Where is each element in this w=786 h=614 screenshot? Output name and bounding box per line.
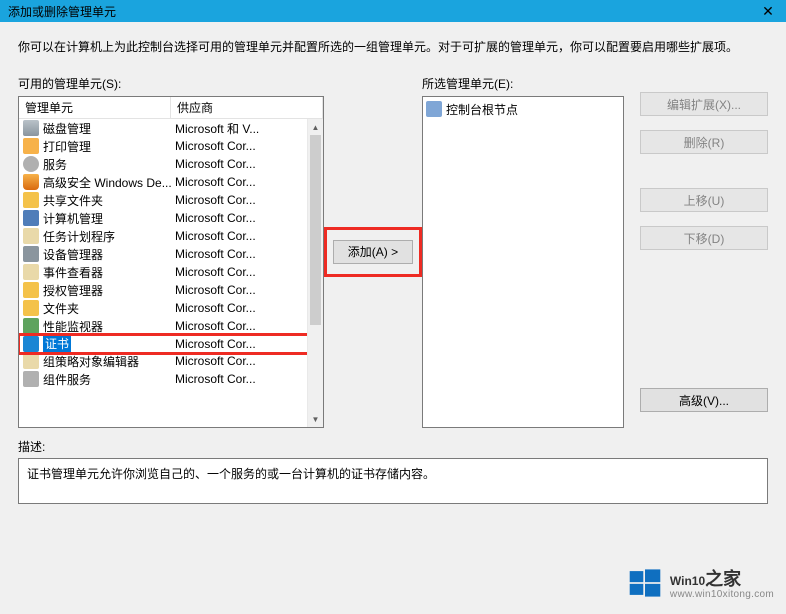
snapin-icon (23, 138, 39, 154)
close-icon[interactable]: ✕ (758, 3, 778, 20)
snapin-name: 计算机管理 (43, 210, 171, 227)
dialog-content: 你可以在计算机上为此控制台选择可用的管理单元并配置所选的一组管理单元。对于可扩展… (0, 22, 786, 514)
list-item[interactable]: 组件服务Microsoft Cor... (19, 370, 323, 388)
watermark-url: www.win10xitong.com (670, 589, 774, 600)
snapin-name: 文件夹 (43, 300, 171, 317)
window-title: 添加或删除管理单元 (8, 3, 116, 20)
snapin-name: 高级安全 Windows De... (43, 174, 171, 191)
snapin-vendor: Microsoft Cor... (171, 175, 256, 189)
snapin-name: 设备管理器 (43, 246, 171, 263)
snapin-icon (23, 228, 39, 244)
side-buttons: 编辑扩展(X)... 删除(R) 上移(U) 下移(D) 高级(V)... (624, 75, 768, 428)
description-box: 证书管理单元允许你浏览自己的、一个服务的或一台计算机的证书存储内容。 (18, 458, 768, 504)
add-button-highlight: 添加(A) > (324, 227, 422, 277)
list-item[interactable]: 计算机管理Microsoft Cor... (19, 209, 323, 227)
snapin-name: 性能监视器 (43, 318, 171, 335)
list-item[interactable]: 证书Microsoft Cor... (19, 335, 323, 353)
list-item[interactable]: 打印管理Microsoft Cor... (19, 137, 323, 155)
snapin-icon (23, 120, 39, 136)
snapin-name: 授权管理器 (43, 282, 171, 299)
snapin-vendor: Microsoft Cor... (171, 139, 256, 153)
snapin-vendor: Microsoft Cor... (171, 283, 256, 297)
windows-logo-icon (628, 566, 662, 600)
panels: 可用的管理单元(S): 管理单元 供应商 磁盘管理Microsoft 和 V..… (18, 75, 768, 428)
snapin-vendor: Microsoft Cor... (171, 193, 256, 207)
list-body: 磁盘管理Microsoft 和 V...打印管理Microsoft Cor...… (19, 119, 323, 427)
snapin-name: 共享文件夹 (43, 192, 171, 209)
snapin-icon (23, 282, 39, 298)
list-item[interactable]: 任务计划程序Microsoft Cor... (19, 227, 323, 245)
snapin-icon (23, 353, 39, 369)
watermark-brand: Win10之家 (670, 567, 774, 589)
snapin-vendor: Microsoft Cor... (171, 211, 256, 225)
snapin-vendor: Microsoft Cor... (171, 247, 256, 261)
available-listbox[interactable]: 管理单元 供应商 磁盘管理Microsoft 和 V...打印管理Microso… (18, 96, 324, 428)
add-button[interactable]: 添加(A) > (333, 240, 413, 264)
snapin-name: 打印管理 (43, 138, 171, 155)
list-item[interactable]: 授权管理器Microsoft Cor... (19, 281, 323, 299)
snapin-icon (23, 246, 39, 262)
snapin-icon (23, 371, 39, 387)
list-item[interactable]: 文件夹Microsoft Cor... (19, 299, 323, 317)
snapin-icon (23, 210, 39, 226)
list-item[interactable]: 服务Microsoft Cor... (19, 155, 323, 173)
snapin-vendor: Microsoft Cor... (171, 301, 256, 315)
col-snapins[interactable]: 管理单元 (19, 97, 171, 118)
snapin-name: 事件查看器 (43, 264, 171, 281)
snapin-icon (23, 264, 39, 280)
snapin-name: 磁盘管理 (43, 120, 171, 137)
snapin-vendor: Microsoft Cor... (171, 354, 256, 368)
available-panel: 可用的管理单元(S): 管理单元 供应商 磁盘管理Microsoft 和 V..… (18, 75, 324, 428)
snapin-vendor: Microsoft Cor... (171, 229, 256, 243)
list-item[interactable]: 事件查看器Microsoft Cor... (19, 263, 323, 281)
advanced-button[interactable]: 高级(V)... (640, 388, 768, 412)
selected-tree[interactable]: 控制台根节点 (422, 96, 624, 428)
list-item[interactable]: 共享文件夹Microsoft Cor... (19, 191, 323, 209)
available-label: 可用的管理单元(S): (18, 75, 324, 92)
snapin-icon (23, 318, 39, 334)
col-vendor[interactable]: 供应商 (171, 97, 323, 118)
snapin-vendor: Microsoft Cor... (171, 337, 256, 351)
list-item[interactable]: 设备管理器Microsoft Cor... (19, 245, 323, 263)
snapin-vendor: Microsoft 和 V... (171, 120, 259, 137)
snapin-icon (23, 156, 39, 172)
move-up-button[interactable]: 上移(U) (640, 188, 768, 212)
root-node-label: 控制台根节点 (446, 101, 518, 118)
scroll-down-icon[interactable]: ▼ (308, 411, 323, 427)
watermark: Win10之家 www.win10xitong.com (628, 566, 774, 600)
intro-text: 你可以在计算机上为此控制台选择可用的管理单元并配置所选的一组管理单元。对于可扩展… (18, 38, 768, 55)
move-down-button[interactable]: 下移(D) (640, 226, 768, 250)
selected-panel: 所选管理单元(E): 控制台根节点 (422, 75, 624, 428)
scroll-thumb[interactable] (310, 135, 321, 325)
snapin-icon (23, 336, 39, 352)
snapin-name: 证书 (43, 335, 171, 352)
list-header: 管理单元 供应商 (19, 97, 323, 119)
remove-button[interactable]: 删除(R) (640, 130, 768, 154)
root-node[interactable]: 控制台根节点 (426, 100, 620, 118)
snapin-name: 组件服务 (43, 371, 171, 388)
scrollbar[interactable]: ▲ ▼ (307, 119, 323, 427)
snapin-icon (23, 174, 39, 190)
list-item[interactable]: 高级安全 Windows De...Microsoft Cor... (19, 173, 323, 191)
snapin-name: 服务 (43, 156, 171, 173)
snapin-name: 任务计划程序 (43, 228, 171, 245)
edit-extensions-button[interactable]: 编辑扩展(X)... (640, 92, 768, 116)
snapin-name: 组策略对象编辑器 (43, 353, 171, 370)
snapin-vendor: Microsoft Cor... (171, 372, 256, 386)
snapin-icon (23, 192, 39, 208)
snapin-vendor: Microsoft Cor... (171, 319, 256, 333)
list-item[interactable]: 组策略对象编辑器Microsoft Cor... (19, 352, 323, 370)
selected-label: 所选管理单元(E): (422, 75, 624, 92)
titlebar: 添加或删除管理单元 ✕ (0, 0, 786, 22)
description-label: 描述: (18, 438, 768, 455)
mid-panel: 添加(A) > (324, 75, 422, 428)
snapin-icon (23, 300, 39, 316)
snapin-vendor: Microsoft Cor... (171, 265, 256, 279)
scroll-up-icon[interactable]: ▲ (308, 119, 323, 135)
list-item[interactable]: 磁盘管理Microsoft 和 V... (19, 119, 323, 137)
snapin-vendor: Microsoft Cor... (171, 157, 256, 171)
list-item[interactable]: 性能监视器Microsoft Cor... (19, 317, 323, 335)
console-root-icon (426, 101, 442, 117)
